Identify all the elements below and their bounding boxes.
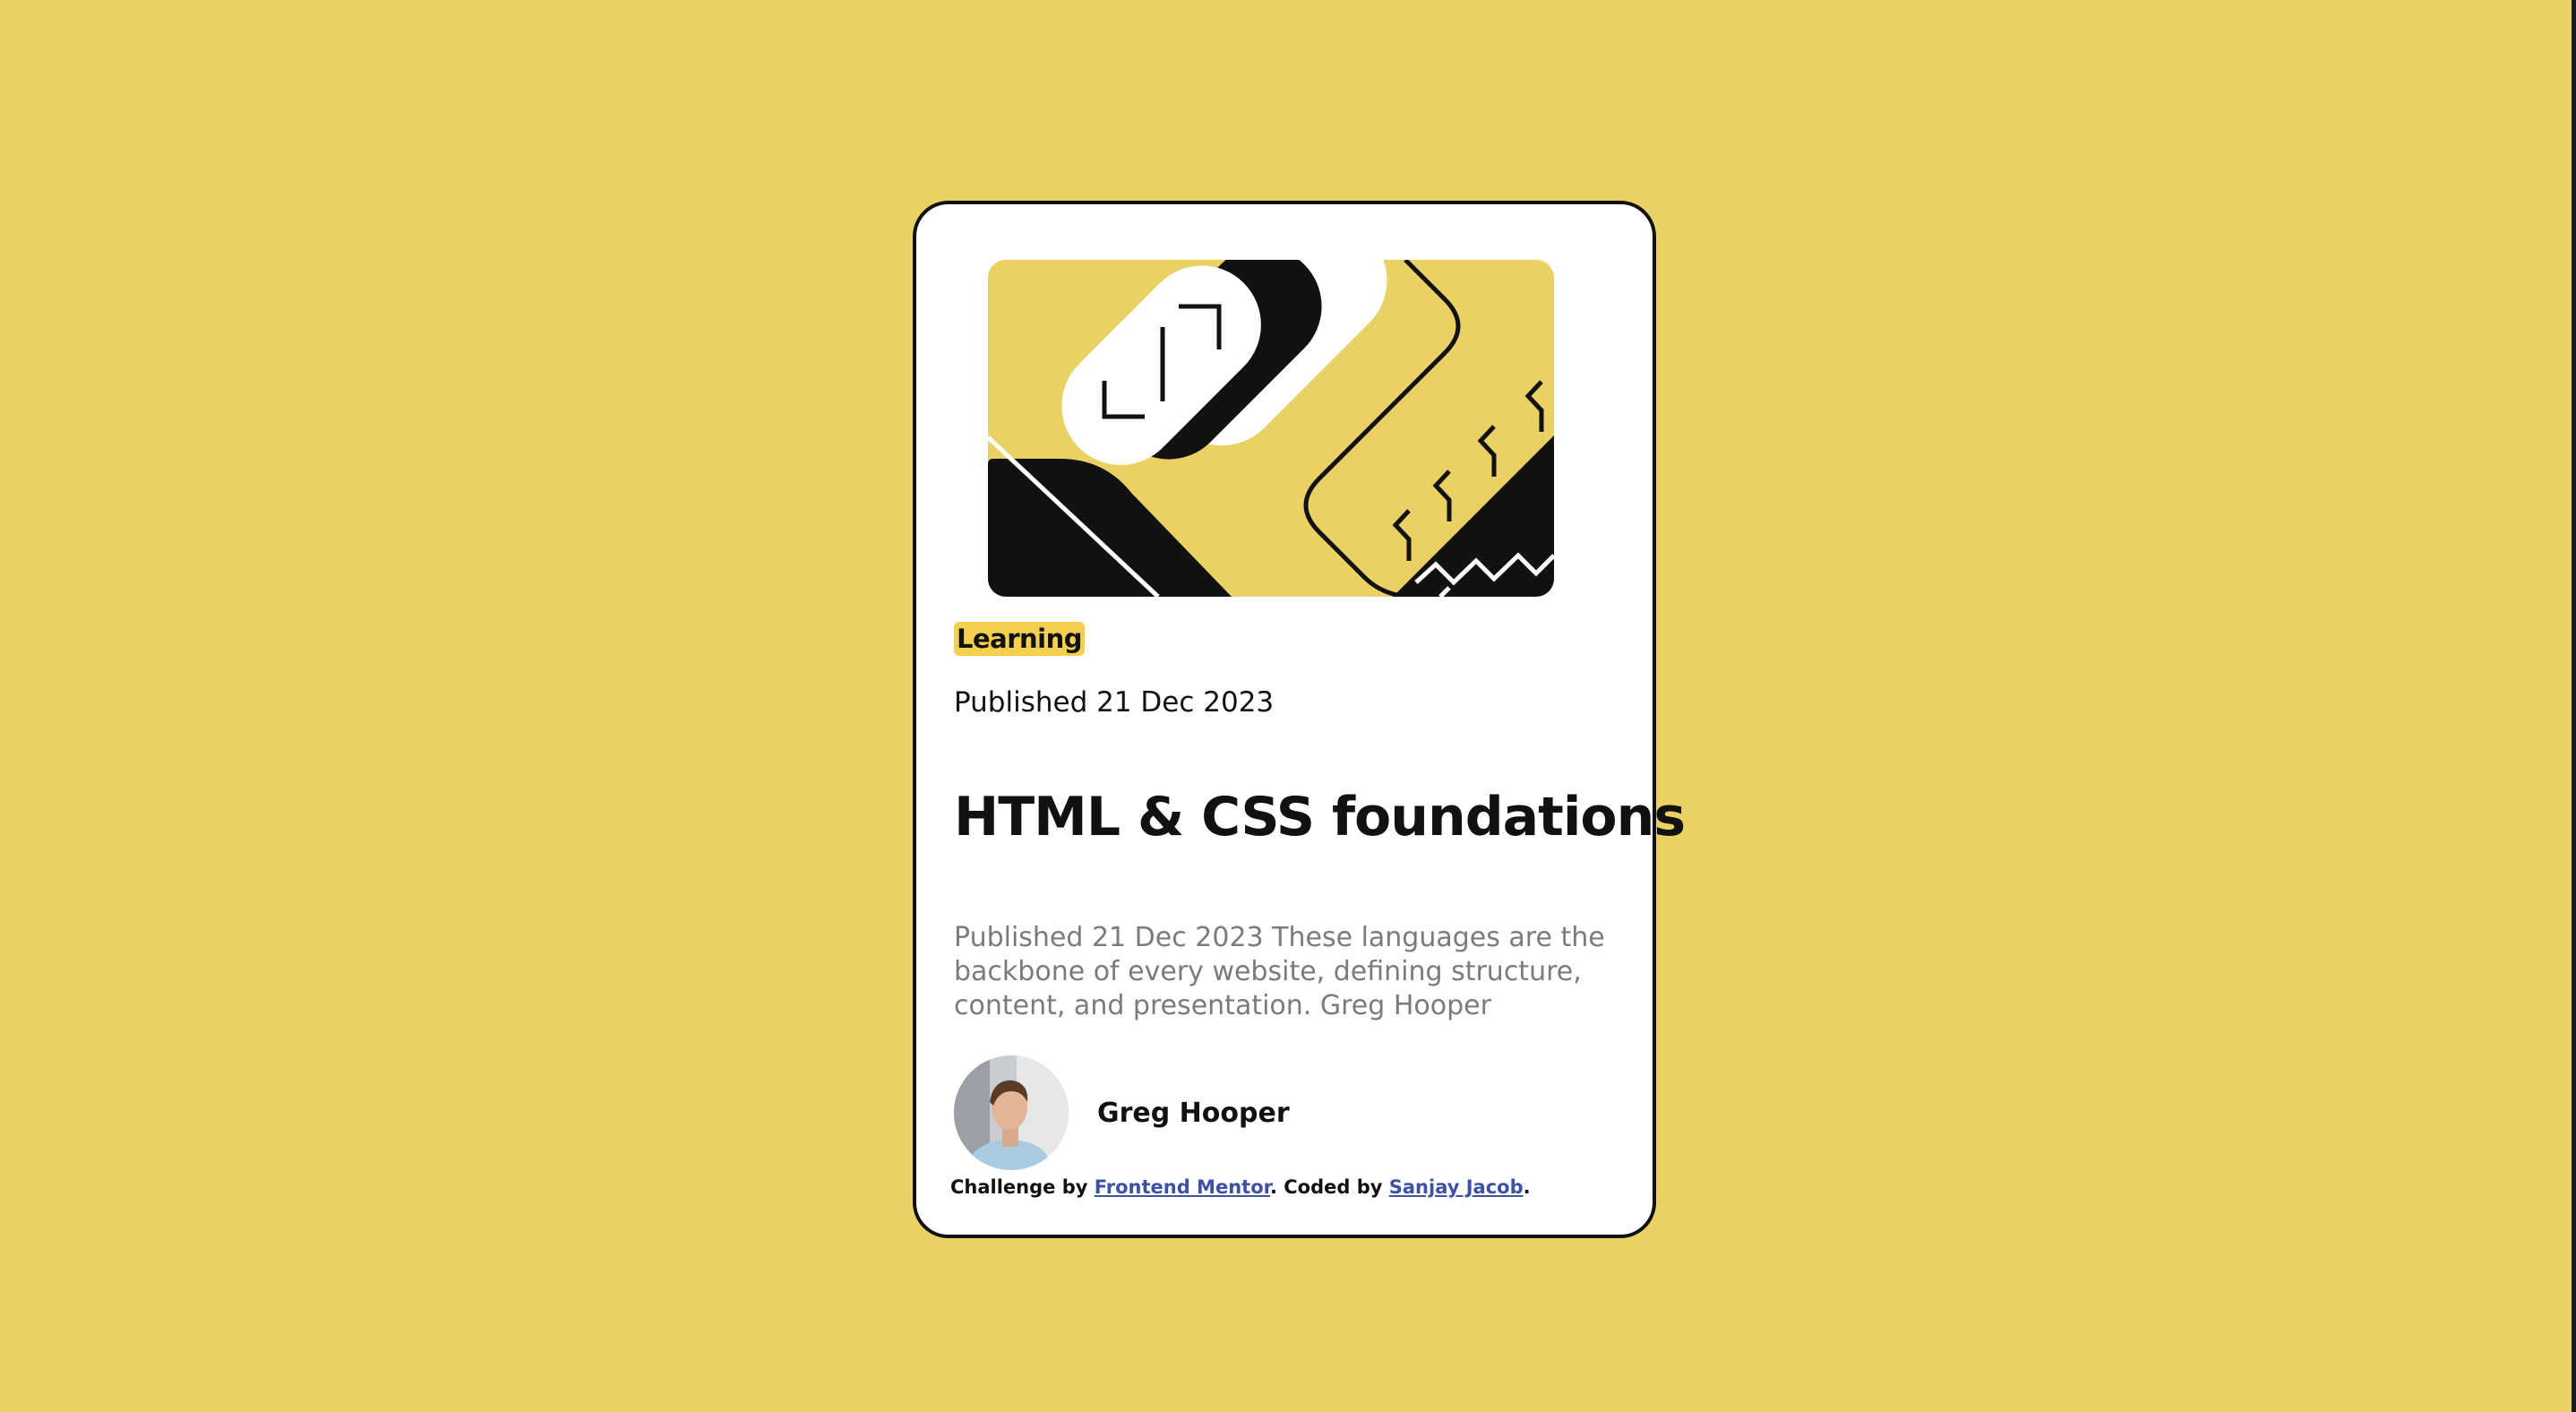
category-tag: Learning bbox=[954, 622, 1086, 656]
attribution: Challenge by Frontend Mentor. Coded by S… bbox=[950, 1174, 1531, 1201]
avatar bbox=[954, 1055, 1069, 1170]
card-title[interactable]: HTML & CSS foundations bbox=[954, 781, 1686, 853]
author-info: Greg Hooper bbox=[954, 1055, 1290, 1170]
illustration-image bbox=[988, 260, 1554, 597]
window-edge bbox=[2572, 0, 2576, 1412]
frontend-mentor-link[interactable]: Frontend Mentor bbox=[1095, 1176, 1270, 1198]
coder-link[interactable]: Sanjay Jacob bbox=[1389, 1176, 1524, 1198]
attribution-suffix: . bbox=[1523, 1176, 1531, 1198]
attribution-middle: . Coded by bbox=[1269, 1176, 1389, 1198]
published-date: Published 21 Dec 2023 bbox=[954, 686, 1275, 719]
blog-preview-card: Learning Published 21 Dec 2023 HTML & CS… bbox=[913, 201, 1686, 1238]
author-name: Greg Hooper bbox=[1097, 1097, 1290, 1129]
card-description: Published 21 Dec 2023 These languages ar… bbox=[954, 922, 1605, 1021]
attribution-prefix: Challenge by bbox=[950, 1176, 1095, 1198]
